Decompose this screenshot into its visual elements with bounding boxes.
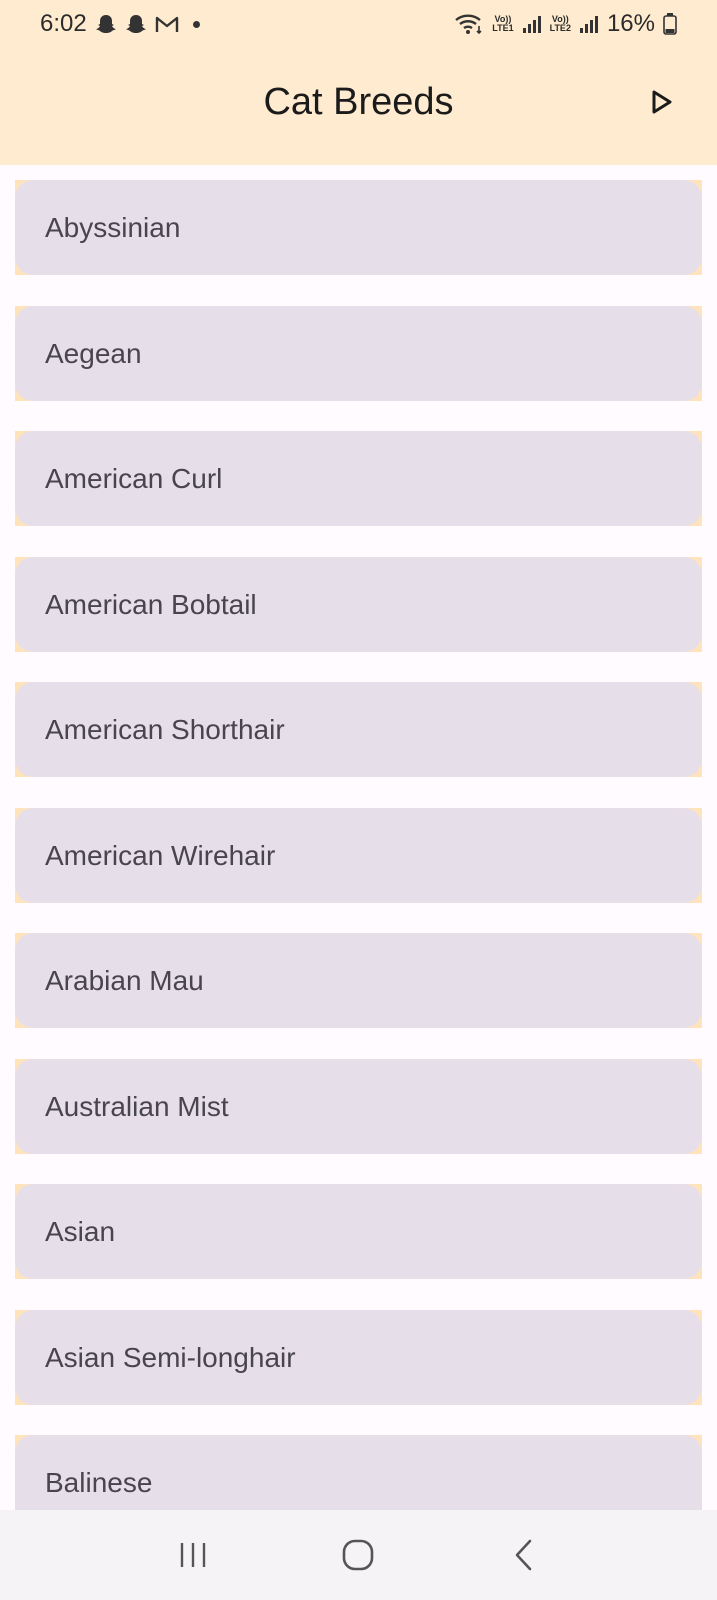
app-bar: Cat Breeds: [0, 48, 717, 165]
battery-percent: 16%: [606, 10, 655, 37]
back-icon: [515, 1539, 532, 1571]
wifi-icon: [454, 12, 484, 36]
volte-sim2-icon: Vo)) LTE2: [550, 15, 571, 33]
back-button[interactable]: [494, 1525, 554, 1585]
list-item-wrap: Abyssinian: [15, 180, 702, 275]
status-time: 6:02: [40, 10, 87, 37]
signal-icon: [579, 14, 599, 34]
list-item-wrap: American Bobtail: [15, 557, 702, 652]
snapchat-icon: [95, 13, 117, 35]
status-bar: 6:02 Vo)) LTE1 Vo)) LTE2 16%: [0, 0, 717, 48]
home-button[interactable]: [328, 1525, 388, 1585]
list-item-wrap: Asian Semi-longhair: [15, 1310, 702, 1405]
breed-list-item[interactable]: Balinese: [15, 1435, 702, 1510]
screen: 6:02 Vo)) LTE1 Vo)) LTE2 16% Cat Breeds …: [0, 0, 717, 1600]
snapchat-icon: [125, 13, 147, 35]
play-button[interactable]: [645, 86, 677, 118]
breed-list-item[interactable]: American Shorthair: [15, 682, 702, 777]
list-item-wrap: American Curl: [15, 431, 702, 526]
sim1-label: LTE1: [492, 23, 514, 33]
play-icon: [652, 90, 672, 114]
signal-icon: [522, 14, 542, 34]
list-item-wrap: Aegean: [15, 306, 702, 401]
list-item-wrap: Balinese: [15, 1435, 702, 1510]
breed-list-item[interactable]: Aegean: [15, 306, 702, 401]
breed-list-item[interactable]: American Wirehair: [15, 808, 702, 903]
system-nav-bar: [0, 1510, 717, 1600]
list-item-wrap: American Shorthair: [15, 682, 702, 777]
breed-list-item[interactable]: Asian Semi-longhair: [15, 1310, 702, 1405]
list-item-wrap: Asian: [15, 1184, 702, 1279]
notification-dot: [192, 20, 200, 28]
recents-icon: [180, 1543, 206, 1567]
breed-list-item[interactable]: Asian: [15, 1184, 702, 1279]
status-left: 6:02: [40, 10, 200, 38]
page-title: Cat Breeds: [263, 81, 454, 123]
volte-sim1-icon: Vo)) LTE1: [492, 15, 513, 33]
breed-list[interactable]: Abyssinian Aegean American Curl American…: [0, 165, 717, 1510]
breed-list-item[interactable]: Arabian Mau: [15, 933, 702, 1028]
breed-list-item[interactable]: American Bobtail: [15, 557, 702, 652]
breed-list-item[interactable]: Australian Mist: [15, 1059, 702, 1154]
list-item-wrap: Australian Mist: [15, 1059, 702, 1154]
gmail-icon: [155, 14, 179, 34]
sim2-label: LTE2: [549, 23, 571, 33]
breed-list-item[interactable]: Abyssinian: [15, 180, 702, 275]
list-item-wrap: Arabian Mau: [15, 933, 702, 1028]
list-item-wrap: American Wirehair: [15, 808, 702, 903]
battery-icon: [663, 13, 677, 35]
status-right: Vo)) LTE1 Vo)) LTE2 16%: [454, 10, 677, 38]
recents-button[interactable]: [163, 1525, 223, 1585]
breed-list-item[interactable]: American Curl: [15, 431, 702, 526]
home-icon: [343, 1539, 374, 1571]
